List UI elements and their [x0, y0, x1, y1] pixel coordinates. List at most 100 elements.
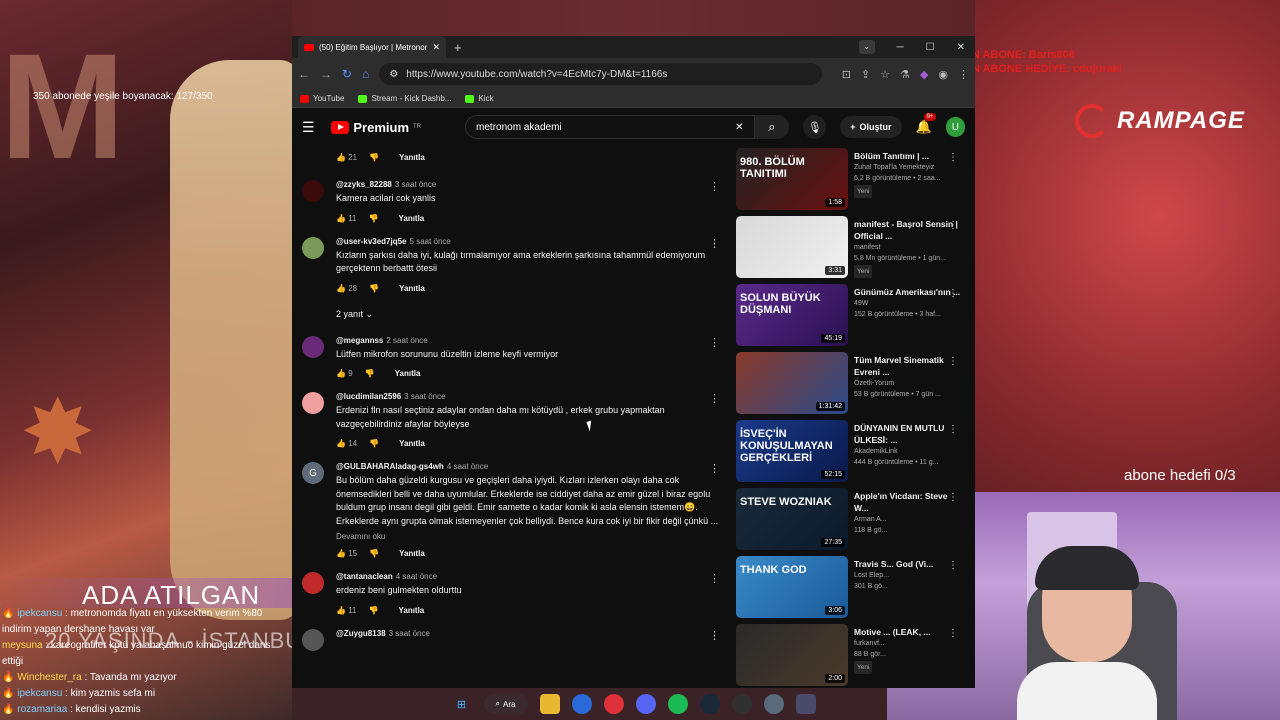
video-title[interactable]: Tüm Marvel Sinematik Evreni ... — [854, 354, 962, 378]
video-more-icon[interactable]: ⋮ — [948, 220, 958, 231]
comment-author[interactable]: @GULBAHARAladag-gs4wh — [336, 462, 444, 471]
comment-time[interactable]: 2 saat önce — [386, 336, 427, 345]
extension-icon[interactable]: ⚗ — [900, 68, 910, 81]
search-input[interactable]: metronom akademi ✕ — [465, 115, 755, 139]
back-button[interactable]: ← — [298, 67, 310, 81]
site-info-icon[interactable]: ⚙ — [389, 69, 398, 80]
tab-search-button[interactable]: ⌄ — [858, 40, 875, 54]
comment-more-icon[interactable]: ⋮ — [709, 572, 720, 585]
reply-button[interactable]: Yanıtla — [398, 606, 424, 615]
channel-name[interactable]: Arman A... — [854, 514, 962, 525]
channel-name[interactable]: AkademikLink — [854, 446, 962, 457]
video-title[interactable]: manifest - Başrol Sensin | Official ... — [854, 218, 962, 242]
spotify-icon[interactable] — [667, 694, 688, 714]
reply-button[interactable]: Yanıtla — [395, 369, 421, 378]
share-icon[interactable]: ⇪ — [861, 68, 870, 81]
channel-name[interactable]: Zuhal Topal'la Yemekteyiz — [854, 162, 962, 173]
dislike-button[interactable]: 👎 — [369, 439, 379, 448]
commenter-avatar[interactable] — [302, 628, 324, 651]
like-button[interactable]: 👍 28 — [336, 284, 357, 293]
minimize-button[interactable]: ─ — [897, 42, 904, 53]
dislike-button[interactable]: 👎 — [369, 214, 379, 223]
video-more-icon[interactable]: ⋮ — [948, 628, 958, 639]
related-video-item[interactable]: THANK GOD 3:06 Travis S... God (Vi... Lost … — [736, 556, 962, 624]
comment-more-icon[interactable]: ⋮ — [709, 180, 720, 193]
like-button[interactable]: 👍 15 — [336, 549, 357, 558]
discord-icon[interactable] — [635, 694, 656, 714]
close-window-button[interactable]: ✕ — [957, 42, 965, 53]
comment-author[interactable]: @megannss — [336, 336, 383, 345]
settings-icon[interactable] — [763, 694, 784, 714]
related-video-item[interactable]: 980. BÖLÜM TANITIMI 1:58 Bölüm Tanıtımı | … — [736, 148, 962, 216]
commenter-avatar[interactable] — [302, 572, 324, 594]
like-button[interactable]: 👍 11 — [336, 606, 357, 615]
related-video-item[interactable]: İSVEÇ'İN KONUŞULMAYAN GERÇEKLERİ 52:15 DÜN… — [736, 420, 962, 488]
read-more-link[interactable]: Devamını oku — [336, 532, 722, 541]
video-more-icon[interactable]: ⋮ — [948, 560, 958, 571]
related-video-item[interactable]: SOLUN BÜYÜK DÜŞMANI 45:19 Günümüz Amerikas… — [736, 284, 962, 352]
like-button[interactable]: 👍 9 — [336, 369, 353, 378]
bookmark-kick[interactable]: Kick — [465, 94, 494, 103]
chrome-icon[interactable] — [571, 694, 592, 714]
reload-button[interactable]: ↻ — [342, 67, 352, 81]
commenter-avatar[interactable] — [302, 335, 324, 358]
video-thumbnail[interactable]: 3:31 — [736, 216, 848, 278]
channel-name[interactable]: Lost Elep... — [854, 570, 962, 581]
commenter-avatar[interactable] — [302, 180, 324, 202]
video-thumbnail[interactable]: 980. BÖLÜM TANITIMI 1:58 — [736, 148, 848, 210]
dislike-button[interactable]: 👎 — [369, 153, 379, 162]
video-thumbnail[interactable]: STEVE WOZNIAK 27:35 — [736, 488, 848, 550]
channel-name[interactable]: manifest — [854, 242, 962, 253]
related-video-item[interactable]: 3:31 manifest - Başrol Sensin | Official … — [736, 216, 962, 284]
video-thumbnail[interactable]: İSVEÇ'İN KONUŞULMAYAN GERÇEKLERİ 52:15 — [736, 420, 848, 482]
video-title[interactable]: Travis S... God (Vi... — [854, 558, 962, 570]
dislike-button[interactable]: 👎 — [369, 549, 379, 558]
video-thumbnail[interactable]: SOLUN BÜYÜK DÜŞMANI 45:19 — [736, 284, 848, 346]
comment-more-icon[interactable]: ⋮ — [709, 629, 720, 642]
obs-icon[interactable] — [731, 694, 752, 714]
home-button[interactable]: ⌂ — [362, 67, 369, 81]
comment-author[interactable]: @zzyks_82288 — [336, 180, 392, 189]
reply-button[interactable]: Yanıtla — [399, 284, 425, 293]
install-app-icon[interactable]: ⊡ — [842, 68, 851, 81]
bookmark-kick-dashboard[interactable]: Stream - Kick Dashb... — [358, 94, 451, 103]
new-tab-button[interactable]: + — [454, 40, 462, 55]
comment-more-icon[interactable]: ⋮ — [709, 237, 720, 250]
notifications-button[interactable]: 🔔 9+ — [916, 113, 937, 135]
browser-menu-icon[interactable]: ⋮ — [958, 68, 969, 81]
related-video-item[interactable]: STEVE WOZNIAK 27:35 Apple'ın Vicdanı: Stev… — [736, 488, 962, 556]
related-video-item[interactable]: 1:31:42 Tüm Marvel Sinematik Evreni ... Öz… — [736, 352, 962, 420]
comment-author[interactable]: @Zuygu8138 — [336, 629, 386, 638]
vivaldi-icon[interactable] — [603, 694, 624, 714]
create-button[interactable]: + Oluştur — [840, 116, 902, 138]
taskbar-search-button[interactable]: ⌕ Ara — [483, 694, 528, 714]
channel-name[interactable]: furkanvf... — [854, 638, 962, 649]
comment-time[interactable]: 3 saat önce — [389, 629, 430, 638]
comment-more-icon[interactable]: ⋮ — [709, 462, 720, 475]
channel-name[interactable]: 49W — [854, 298, 962, 309]
video-title[interactable]: Motive ... (LEAK, ... — [854, 626, 962, 638]
comment-time[interactable]: 3 saat önce — [404, 392, 445, 401]
maximize-button[interactable]: ☐ — [926, 42, 935, 53]
comment-more-icon[interactable]: ⋮ — [709, 392, 720, 405]
video-more-icon[interactable]: ⋮ — [948, 424, 958, 435]
reply-button[interactable]: Yanıtla — [399, 153, 425, 162]
reply-button[interactable]: Yanıtla — [398, 214, 424, 223]
like-button[interactable]: 👍 14 — [336, 439, 357, 448]
comment-time[interactable]: 4 saat önce — [447, 462, 488, 471]
dislike-button[interactable]: 👎 — [369, 606, 379, 615]
video-thumbnail[interactable]: 2:00 — [736, 624, 848, 686]
video-thumbnail[interactable]: 1:31:42 — [736, 352, 848, 414]
dislike-button[interactable]: 👎 — [369, 284, 379, 293]
comment-time[interactable]: 5 saat önce — [410, 237, 451, 246]
video-more-icon[interactable]: ⋮ — [948, 492, 958, 503]
video-more-icon[interactable]: ⋮ — [948, 288, 958, 299]
commenter-avatar[interactable] — [302, 392, 324, 414]
show-replies-button[interactable]: 2 yanıt ⌄ — [302, 309, 732, 320]
account-avatar[interactable]: U — [945, 117, 965, 137]
bookmark-star-icon[interactable]: ☆ — [880, 68, 890, 81]
related-video-item[interactable]: 2:00 Motive ... (LEAK, ... furkanvf... 88 B… — [736, 624, 962, 688]
video-more-icon[interactable]: ⋮ — [948, 356, 958, 367]
video-title[interactable]: Günümüz Amerikası'nın ... — [854, 286, 962, 298]
commenter-avatar[interactable]: G — [302, 462, 324, 484]
